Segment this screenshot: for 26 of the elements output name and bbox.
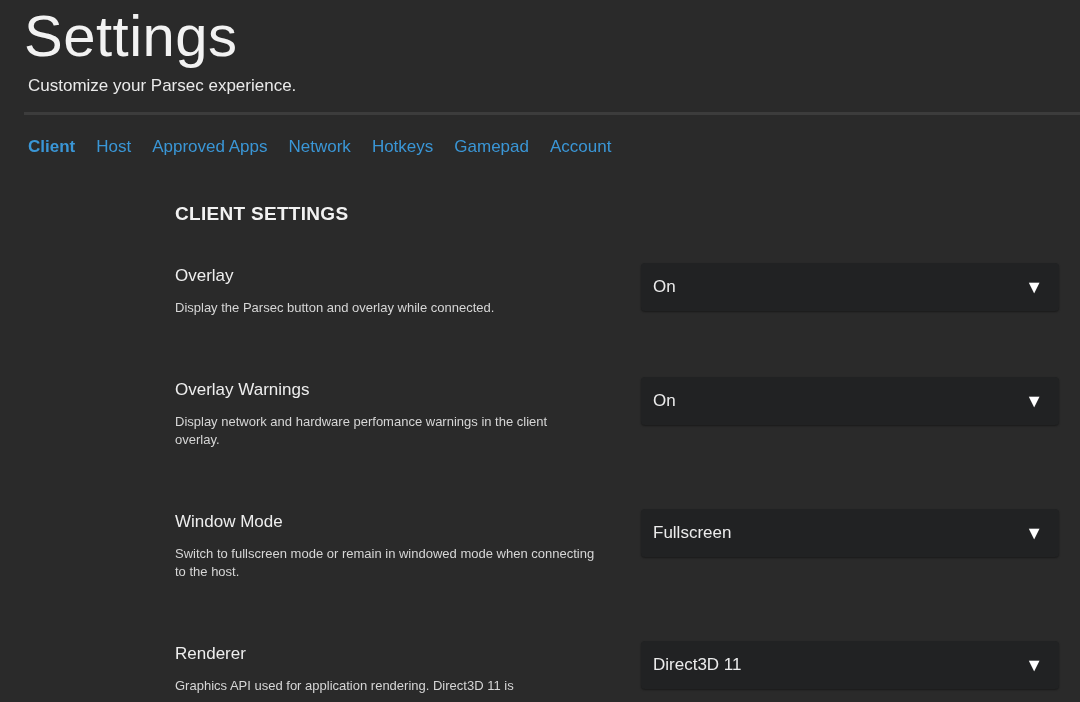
tab[interactable]: Host [96,137,132,157]
tab[interactable]: Approved Apps [152,137,268,157]
dropdown[interactable]: On ▼ [641,377,1059,425]
page-subtitle: Customize your Parsec experience. [28,76,297,96]
dropdown-arrow-icon: ▼ [1025,276,1043,298]
dropdown[interactable]: Direct3D 11 ▼ [641,641,1059,689]
setting-description: Display the Parsec button and overlay while connected. [175,299,495,317]
setting-label: Window Mode [175,511,283,533]
setting-description: Graphics API used for application rendering. Direct3D 11 is [175,677,514,695]
section-heading: CLIENT SETTINGS [175,203,349,225]
tab[interactable]: Account [549,137,612,157]
tab[interactable]: Gamepad [454,137,529,157]
setting-description: Switch to fullscreen mode or remain in windowed mode when connecting to the host. [175,545,595,581]
tab[interactable]: Network [288,137,351,157]
setting-label: Renderer [175,643,246,665]
setting-label: Overlay Warnings [175,379,310,401]
dropdown-arrow-icon: ▼ [1025,390,1043,412]
dropdown-arrow-icon: ▼ [1025,522,1043,544]
setting-label: Overlay [175,265,234,287]
dropdown[interactable]: On ▼ [641,263,1059,311]
setting-description: Display network and hardware perfomance warnings in the client overlay. [175,413,549,449]
dropdown[interactable]: Fullscreen ▼ [641,509,1059,557]
tab[interactable]: Hotkeys [371,137,434,157]
tab[interactable]: Client [28,137,76,157]
page-title: Settings [24,4,238,68]
dropdown-arrow-icon: ▼ [1025,654,1043,676]
